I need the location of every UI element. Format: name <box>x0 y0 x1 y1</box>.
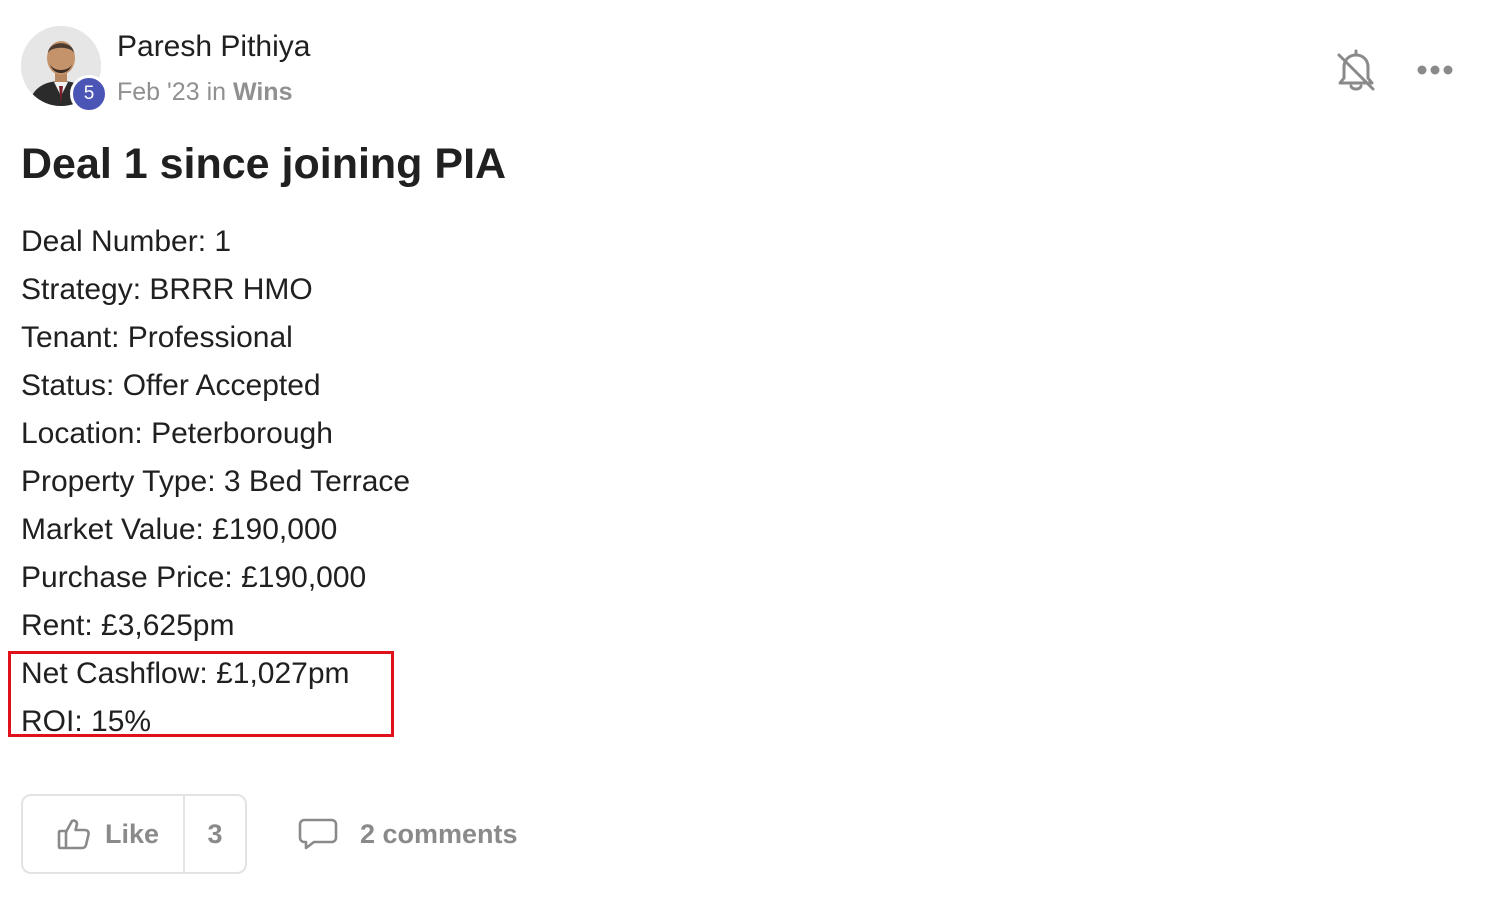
thumbs-up-icon <box>57 819 90 850</box>
author-name[interactable]: Paresh Pithiya <box>117 30 310 64</box>
post-title: Deal 1 since joining PIA <box>21 140 507 188</box>
author-avatar-wrapper[interactable]: 5 <box>21 26 108 113</box>
like-button-group: Like 3 <box>21 794 247 874</box>
comment-bubble-icon <box>298 818 338 850</box>
like-label: Like <box>105 818 160 849</box>
more-horizontal-icon[interactable] <box>1412 54 1458 86</box>
body-line-net-cashflow: Net Cashflow: £1,027pm <box>21 657 350 690</box>
body-line-property-type: Property Type: 3 Bed Terrace <box>21 465 411 498</box>
body-line-purchase-price: Purchase Price: £190,000 <box>21 561 367 594</box>
post-meta: Feb '23 in Wins <box>117 78 292 107</box>
body-line-status: Status: Offer Accepted <box>21 369 321 402</box>
post-card: 5 Paresh Pithiya Feb '23 in Wins Deal 1 … <box>0 0 1488 898</box>
body-line-strategy: Strategy: BRRR HMO <box>21 273 313 306</box>
body-line-roi: ROI: 15% <box>21 705 152 738</box>
body-line-location: Location: Peterborough <box>21 417 333 450</box>
comments-label: 2 comments <box>360 818 518 849</box>
body-line-rent: Rent: £3,625pm <box>21 609 235 642</box>
post-body: Deal Number: 1 Strategy: BRRR HMO Tenant… <box>21 218 410 746</box>
level-badge: 5 <box>70 75 108 113</box>
post-category-link[interactable]: Wins <box>233 78 293 106</box>
comments-link[interactable]: 2 comments <box>298 812 518 856</box>
like-count[interactable]: 3 <box>185 796 245 872</box>
bell-off-icon[interactable] <box>1334 46 1378 94</box>
post-date[interactable]: Feb '23 <box>117 78 200 106</box>
body-line-deal-number: Deal Number: 1 <box>21 225 232 258</box>
like-button[interactable]: Like <box>23 796 185 872</box>
body-line-market-value: Market Value: £190,000 <box>21 513 338 546</box>
meta-in-word: in <box>206 78 227 106</box>
body-line-tenant: Tenant: Professional <box>21 321 293 354</box>
